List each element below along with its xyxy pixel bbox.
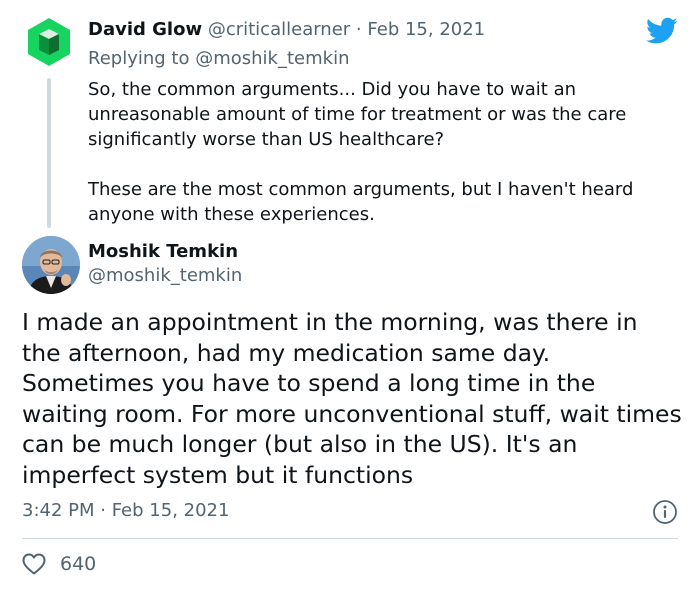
parent-avatar[interactable] (24, 17, 74, 67)
tweet-timestamp[interactable]: 3:42 PM · Feb 15, 2021 (22, 498, 229, 524)
main-author-avatar[interactable] (22, 236, 80, 294)
main-author-name[interactable]: Moshik Temkin (88, 240, 238, 264)
parent-tweet-text: So, the common arguments... Did you have… (88, 77, 678, 227)
parent-tweet-paragraph: So, the common arguments... Did you have… (88, 79, 627, 150)
replying-to-line: Replying to @moshik_temkin (88, 46, 349, 72)
main-author-handle[interactable]: @moshik_temkin (88, 264, 242, 288)
parent-author-handle[interactable]: @criticallearner (208, 19, 350, 40)
thread-connector-line (47, 78, 51, 228)
parent-tweet-header: David Glow @criticallearner · Feb 15, 20… (88, 17, 485, 43)
parent-tweet-paragraph: These are the most common arguments, but… (88, 179, 634, 225)
twitter-bird-icon (646, 17, 678, 44)
replying-to-mention[interactable]: @moshik_temkin (195, 48, 349, 69)
parent-author-name[interactable]: David Glow (88, 19, 202, 40)
parent-tweet-date[interactable]: Feb 15, 2021 (367, 19, 485, 40)
heart-outline-icon[interactable] (22, 553, 46, 575)
divider (22, 538, 678, 539)
header-separator: · (355, 19, 362, 40)
like-count: 640 (60, 553, 97, 575)
info-icon[interactable] (652, 499, 678, 525)
replying-prefix: Replying to (88, 48, 190, 69)
main-tweet-text: I made an appointment in the morning, wa… (22, 308, 682, 489)
